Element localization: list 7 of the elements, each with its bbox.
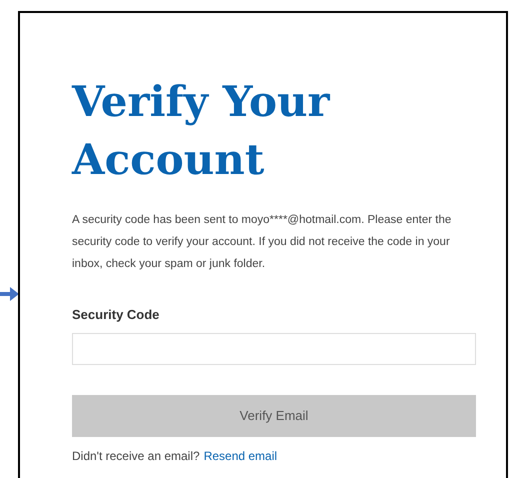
instruction-text: A security code has been sent to moyo****@hotmail.com. Please enter the security code to verify your account. If you did not receive the code in your inbox, check your spam or junk folder. <box>72 213 452 272</box>
field-label: Security Code <box>72 306 160 324</box>
pointer-arrow <box>0 286 19 302</box>
page-title: Verify Your Account <box>72 76 331 186</box>
resend-email-link[interactable]: Resend email <box>204 446 278 464</box>
security-code-field[interactable] <box>72 332 476 364</box>
footer-text: Didn't receive an email? <box>72 448 200 464</box>
